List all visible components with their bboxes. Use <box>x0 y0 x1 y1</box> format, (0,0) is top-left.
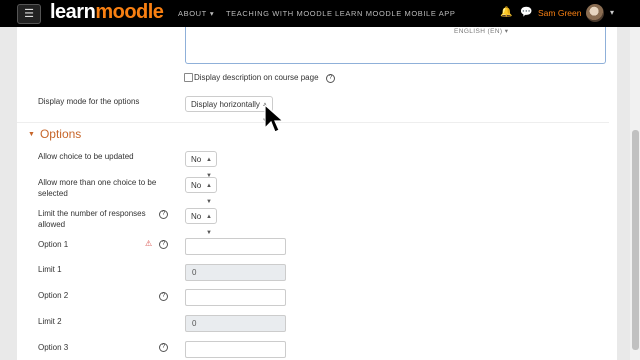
options-section-toggle[interactable]: ▼ Options <box>28 127 81 141</box>
display-description-checkbox[interactable] <box>184 73 193 82</box>
limit-responses-label: Limit the number of responses allowed <box>38 208 146 230</box>
option3-label: Option 3 <box>38 343 69 352</box>
allow-update-value: No <box>191 155 202 164</box>
limit-responses-select[interactable]: No ▲ ▼ <box>185 208 217 236</box>
allow-multiple-value: No <box>191 181 202 190</box>
help-icon[interactable]: ? <box>326 74 335 83</box>
limit-responses-label-line1: Limit the number of responses <box>38 209 146 218</box>
limit2-input: 0 <box>185 315 286 332</box>
nav-teaching[interactable]: TEACHING WITH MOODLE <box>226 9 333 18</box>
required-icon: ⚠ <box>145 239 153 248</box>
collapse-triangle-icon: ▼ <box>28 131 35 138</box>
logo-learn-text: learn <box>50 1 96 23</box>
help-icon[interactable]: ? <box>159 210 168 219</box>
display-mode-select[interactable]: Display horizontally ▲▼ <box>185 96 273 124</box>
limit-responses-value: No <box>191 212 202 221</box>
help-icon[interactable]: ? <box>159 240 168 249</box>
limit2-value: 0 <box>192 319 197 328</box>
allow-multiple-select[interactable]: No ▲ ▼ <box>185 177 217 205</box>
option1-input[interactable] <box>185 238 286 255</box>
select-arrow-icon: ▲▼ <box>206 183 212 205</box>
user-name[interactable]: Sam Green <box>538 8 581 18</box>
display-mode-label: Display mode for the options <box>38 97 140 106</box>
hamburger-icon[interactable]: ☰ <box>17 4 41 24</box>
divider <box>17 122 609 123</box>
option3-input[interactable] <box>185 341 286 358</box>
top-navbar: ☰ learnmoodle ABOUT ▾ TEACHING WITH MOODL… <box>0 0 640 27</box>
limit1-label: Limit 1 <box>38 265 62 274</box>
limit-responses-label-line2: allowed <box>38 220 66 229</box>
section-title: Options <box>39 127 82 141</box>
limit1-input: 0 <box>185 264 286 281</box>
user-caret-down-icon[interactable]: ▾ <box>610 8 614 17</box>
logo-moodle-text: moodle <box>95 1 164 23</box>
chat-icon[interactable]: 💬 <box>520 7 532 18</box>
cursor-icon <box>264 104 285 133</box>
nav-mobile-app[interactable]: LEARN MOODLE MOBILE APP <box>335 9 456 18</box>
bell-icon[interactable]: 🔔 <box>500 7 512 18</box>
limit1-value: 0 <box>192 268 197 277</box>
description-editor[interactable] <box>185 27 606 64</box>
editor-language[interactable]: ENGLISH (EN) ▾ <box>454 27 508 35</box>
site-logo[interactable]: learnmoodle <box>50 1 164 24</box>
select-arrow-icon: ▲▼ <box>206 214 212 236</box>
allow-multiple-label-line1: Allow more than one choice to be <box>38 178 157 187</box>
option2-label: Option 2 <box>38 291 69 300</box>
caret-down-icon: ▾ <box>209 9 215 18</box>
display-mode-value: Display horizontally <box>191 100 260 109</box>
help-icon[interactable]: ? <box>159 343 168 352</box>
nav-about[interactable]: ABOUT ▾ <box>178 9 214 18</box>
allow-multiple-label-line2: selected <box>38 189 68 198</box>
limit2-label: Limit 2 <box>38 317 62 326</box>
allow-update-label: Allow choice to be updated <box>38 152 134 161</box>
allow-update-select[interactable]: No ▲ ▼ <box>185 151 217 179</box>
avatar[interactable] <box>586 4 604 22</box>
option1-label: Option 1 <box>38 240 69 249</box>
allow-multiple-label: Allow more than one choice to be selecte… <box>38 177 156 199</box>
help-icon[interactable]: ? <box>159 292 168 301</box>
option2-input[interactable] <box>185 289 286 306</box>
display-description-label: Display description on course page <box>194 73 319 82</box>
scrollbar-thumb[interactable] <box>632 130 639 350</box>
nav-about-label: ABOUT <box>178 9 207 18</box>
